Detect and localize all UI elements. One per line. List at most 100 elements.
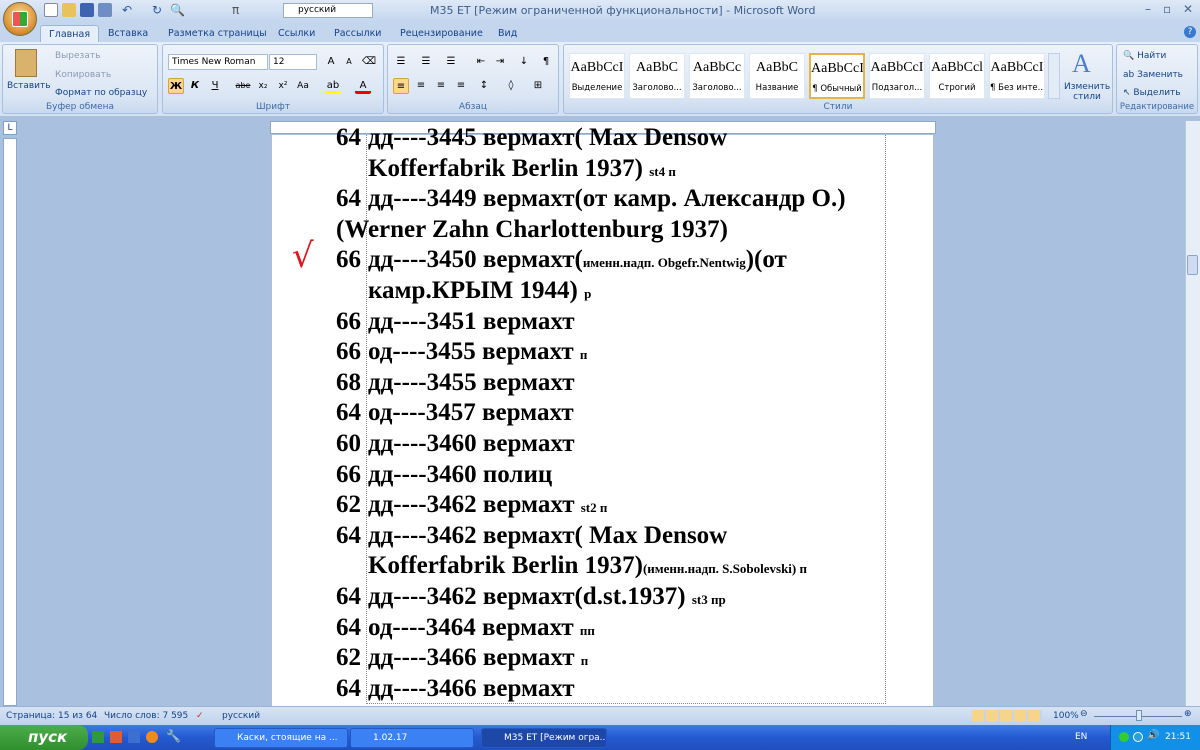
app-quicklaunch-icon[interactable] — [110, 731, 122, 743]
highlight-icon[interactable]: ab — [325, 78, 341, 94]
replace-button[interactable]: ab Заменить — [1123, 70, 1183, 80]
zoom-icon[interactable]: 🔍 — [170, 3, 185, 17]
document-line[interactable]: Kofferfabrik Berlin 1937) st4 п — [336, 155, 676, 186]
tab-references[interactable]: Ссылки — [270, 25, 323, 42]
change-styles-button[interactable]: Изменить стили — [1064, 82, 1110, 102]
tab-mailings[interactable]: Рассылки — [326, 25, 389, 42]
document-line[interactable]: 62 дд----3466 вермахт п — [336, 644, 588, 675]
tab-home[interactable]: Главная — [40, 25, 100, 42]
document-line[interactable]: 60 дд----3460 вермахт — [336, 430, 574, 458]
input-language[interactable]: EN — [1075, 732, 1087, 742]
open-icon[interactable] — [62, 3, 76, 17]
bullets-icon[interactable]: ☰ — [393, 54, 409, 70]
redo-icon[interactable]: ↻ — [152, 3, 166, 17]
style-3[interactable]: AaBbCc Заголово... — [689, 53, 745, 99]
document-line[interactable]: 64 дд----3445 вермахт( Max Densow — [336, 124, 727, 152]
style-6[interactable]: AaBbCcI Подзагол... — [869, 53, 925, 99]
firefox-quicklaunch-icon[interactable] — [146, 731, 158, 743]
underline-button[interactable]: Ч — [207, 78, 223, 94]
strikethrough-button[interactable]: abe — [235, 78, 251, 94]
page-count[interactable]: Страница: 15 из 64 — [6, 711, 97, 721]
zoom-level[interactable]: 100% — [1053, 711, 1079, 721]
language-combo[interactable]: русский — [283, 3, 373, 18]
align-center-icon[interactable]: ≡ — [413, 78, 429, 94]
zoom-in-icon[interactable]: ⊕ — [1184, 709, 1192, 719]
justify-icon[interactable]: ≡ — [453, 78, 469, 94]
select-button[interactable]: ↖ Выделить — [1123, 88, 1181, 98]
task-opera[interactable]: Каски, стоящие на ... — [214, 728, 348, 748]
paste-icon[interactable] — [15, 49, 37, 77]
copy-button[interactable]: Копировать — [55, 70, 111, 80]
document-line[interactable]: 64 од----3464 вермахт пп — [336, 614, 595, 645]
bold-button[interactable]: Ж — [168, 78, 184, 94]
document-line[interactable]: Kofferfabrik Berlin 1937)(именн.надп. S.… — [336, 552, 807, 583]
word-quicklaunch-icon[interactable] — [128, 731, 140, 743]
numbering-icon[interactable]: ☰ — [418, 54, 434, 70]
document-line[interactable]: 64 дд----3449 вермахт(от камр. Александр … — [336, 185, 846, 213]
tab-review[interactable]: Рецензирование — [392, 25, 491, 42]
find-button[interactable]: 🔍 Найти — [1123, 51, 1166, 61]
format-painter-button[interactable]: Формат по образцу — [55, 88, 147, 98]
document-line[interactable]: 64 дд----3462 вермахт(d.st.1937) st3 пр — [336, 583, 726, 614]
document-line[interactable]: камр.КРЫМ 1944) р — [336, 277, 591, 308]
style-1[interactable]: AaBbCcI Выделение — [569, 53, 625, 99]
multilevel-list-icon[interactable]: ☰ — [443, 54, 459, 70]
minimize-button[interactable]: – — [1145, 2, 1151, 16]
language-status[interactable]: русский — [222, 711, 260, 721]
tab-view[interactable]: Вид — [490, 25, 525, 42]
grow-font-icon[interactable]: A — [323, 54, 339, 70]
start-button[interactable]: пуск — [0, 725, 88, 750]
zoom-out-icon[interactable]: ⊖ — [1080, 709, 1088, 719]
subscript-button[interactable]: x₂ — [255, 78, 271, 94]
font-size-combo[interactable]: 12 — [269, 54, 317, 70]
style-4[interactable]: AaBbC Название — [749, 53, 805, 99]
volume-icon[interactable]: 🔊 — [1147, 730, 1159, 741]
vertical-scrollbar[interactable] — [1185, 121, 1200, 706]
paste-button[interactable]: Вставить — [7, 81, 51, 91]
clear-format-icon[interactable]: ⌫ — [361, 54, 377, 70]
document-line[interactable]: 68 дд----3455 вермахт — [336, 369, 574, 397]
styles-scroll[interactable] — [1048, 53, 1060, 99]
cut-button[interactable]: Вырезать — [55, 51, 100, 61]
document-line[interactable]: 66 дд----3451 вермахт — [336, 308, 574, 336]
word-count[interactable]: Число слов: 7 595 — [104, 711, 188, 721]
tool-quicklaunch-icon[interactable]: 🔧 — [166, 729, 181, 743]
borders-icon[interactable]: ⊞ — [530, 78, 546, 94]
skype-icon[interactable] — [1133, 732, 1143, 742]
office-button[interactable] — [3, 2, 37, 36]
italic-button[interactable]: К — [187, 78, 203, 94]
help-icon[interactable]: ? — [1184, 26, 1196, 38]
style-8[interactable]: AaBbCcI ¶ Без инте... — [989, 53, 1045, 99]
style-2[interactable]: AaBbC Заголово... — [629, 53, 685, 99]
task-word[interactable]: М35 ЕТ [Режим огра... — [481, 728, 607, 748]
document-line[interactable]: 66 дд----3460 полиц — [336, 461, 552, 489]
tab-selector[interactable]: L — [3, 121, 17, 135]
document-line[interactable]: 62 дд----3462 вермахт st2 п — [336, 491, 607, 522]
document-line[interactable]: (Werner Zahn Charlottenburg 1937) — [336, 216, 728, 244]
excel-quicklaunch-icon[interactable] — [92, 731, 104, 743]
zoom-slider-thumb[interactable] — [1136, 710, 1142, 721]
superscript-button[interactable]: x² — [275, 78, 291, 94]
equation-icon[interactable]: π — [232, 3, 246, 17]
restore-button[interactable]: ▫ — [1163, 2, 1171, 16]
document-line[interactable]: 64 дд----3462 вермахт( Max Densow — [336, 522, 727, 550]
document-line[interactable]: 64 од----3457 вермахт — [336, 399, 574, 427]
document-line[interactable]: 64 дд----3466 вермахт — [336, 675, 574, 703]
tab-page-layout[interactable]: Разметка страницы — [160, 25, 275, 42]
proofing-icon[interactable]: ✓ — [196, 711, 204, 721]
save-icon[interactable] — [80, 3, 94, 17]
shading-icon[interactable]: ◊ — [503, 78, 519, 94]
document-line[interactable]: 66 дд----3450 вермахт(именн.надп. Obgefr.… — [336, 246, 787, 277]
shrink-font-icon[interactable]: A — [341, 54, 357, 70]
undo-icon[interactable]: ↶ — [122, 3, 136, 17]
font-name-combo[interactable]: Times New Roman — [168, 54, 268, 70]
decrease-indent-icon[interactable]: ⇤ — [473, 54, 489, 70]
change-styles-icon[interactable]: A — [1072, 49, 1091, 79]
view-buttons[interactable] — [972, 710, 1042, 722]
align-left-icon[interactable]: ≡ — [393, 78, 409, 94]
align-right-icon[interactable]: ≡ — [433, 78, 449, 94]
font-color-icon[interactable]: A — [355, 78, 371, 94]
sort-icon[interactable]: ↓ — [516, 54, 532, 70]
task-folder[interactable]: 1.02.17 — [350, 728, 474, 748]
show-formatting-button[interactable]: ¶ — [538, 54, 554, 70]
